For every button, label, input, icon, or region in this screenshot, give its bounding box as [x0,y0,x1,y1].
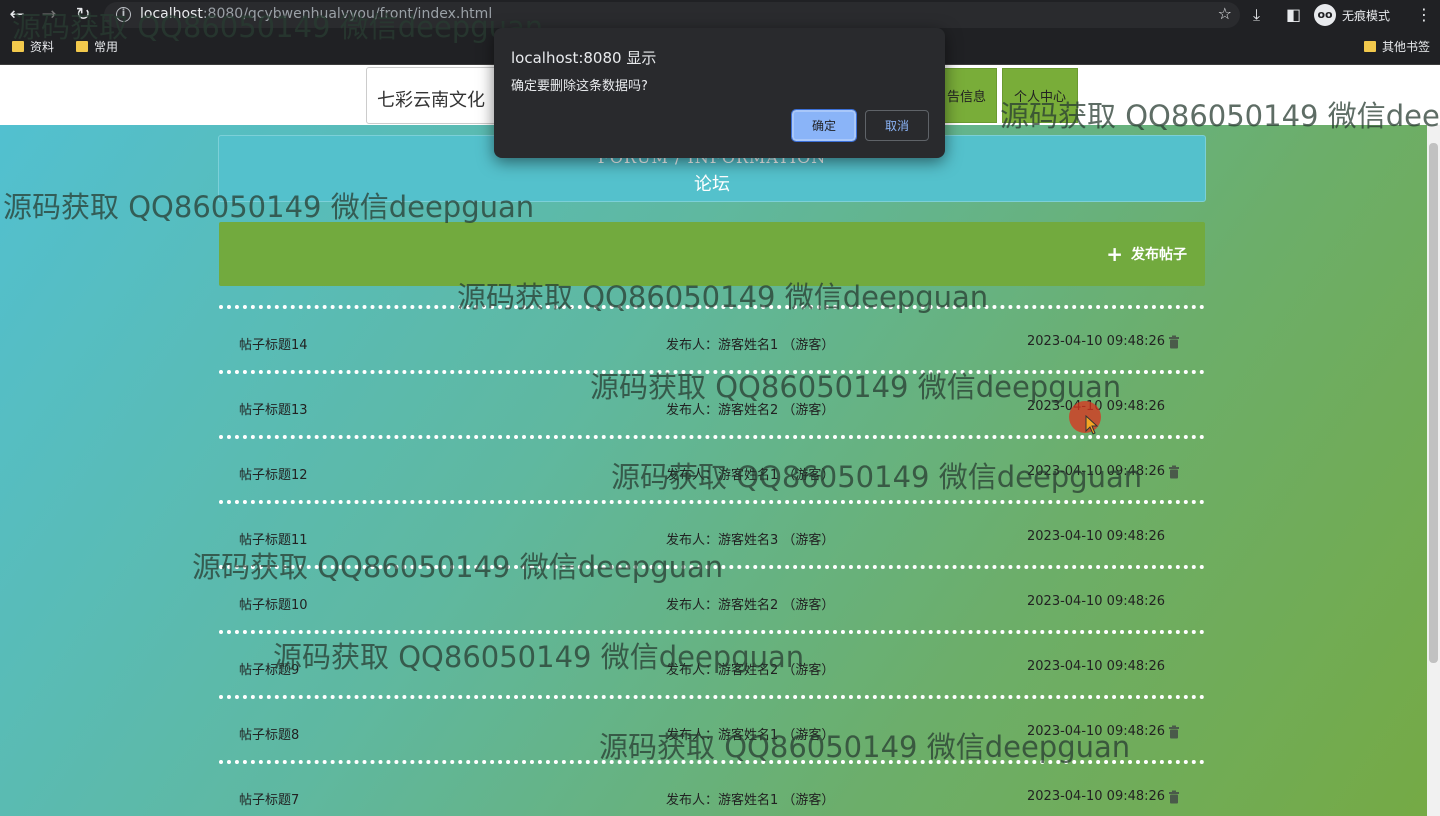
menu-icon[interactable]: ⋮ [1416,4,1432,26]
post-list: 帖子标题14 发布人：游客姓名1 （游客） 2023-04-10 09:48:2… [219,305,1205,816]
back-icon[interactable]: ← [6,4,28,26]
post-time: 2023-04-10 09:48:26 [1027,334,1166,349]
post-title[interactable]: 帖子标题9 [239,659,299,678]
bookmark-star-icon[interactable]: ☆ [1218,4,1232,23]
confirm-cancel-button[interactable]: 取消 [865,110,929,141]
scrollbar-thumb[interactable] [1429,143,1438,663]
post-time: 2023-04-10 09:48:26 [1027,464,1166,479]
trash-icon[interactable] [1167,790,1181,804]
folder-icon [76,41,88,52]
post-author: 发布人：游客姓名2 （游客） [666,663,835,678]
post-title[interactable]: 帖子标题10 [239,594,308,613]
post-time: 2023-04-10 09:48:26 [1027,594,1166,609]
post-author: 发布人：游客姓名1 （游客） [666,468,835,483]
post-title[interactable]: 帖子标题7 [239,789,299,808]
site-title-box: 七彩云南文化 [366,67,506,124]
plus-icon: + [1106,242,1123,266]
sidebar-icon[interactable]: ◧ [1286,4,1301,26]
post-time: 2023-04-10 09:48:26 [1027,529,1166,544]
trash-icon[interactable] [1167,725,1181,739]
publish-bar: + 发布帖子 [219,222,1205,286]
forward-icon[interactable]: → [38,4,60,26]
trash-icon[interactable] [1167,465,1181,479]
post-title[interactable]: 帖子标题13 [239,399,308,418]
post-title[interactable]: 帖子标题14 [239,334,308,353]
post-row[interactable]: 帖子标题9 发布人：游客姓名2 （游客） 2023-04-10 09:48:26 [219,630,1205,695]
post-row[interactable]: 帖子标题14 发布人：游客姓名1 （游客） 2023-04-10 09:48:2… [219,305,1205,370]
post-author: 发布人：游客姓名2 （游客） [666,598,835,613]
publish-post-button[interactable]: + 发布帖子 [1098,240,1195,268]
site-title: 七彩云南文化 [377,90,485,111]
confirm-dialog: localhost:8080 显示 确定要删除这条数据吗? 确定 取消 [494,28,945,158]
trash-icon[interactable] [1167,335,1181,349]
reload-icon[interactable]: ↻ [72,4,94,26]
post-author: 发布人：游客姓名1 （游客） [666,728,835,743]
cursor-arrow-icon [1085,415,1099,435]
post-title[interactable]: 帖子标题8 [239,724,299,743]
post-row[interactable]: 帖子标题10 发布人：游客姓名2 （游客） 2023-04-10 09:48:2… [219,565,1205,630]
forum-title-cn: 论坛 [694,174,730,195]
folder-icon [12,41,24,52]
post-row[interactable]: 帖子标题8 发布人：游客姓名1 （游客） 2023-04-10 09:48:26 [219,695,1205,760]
post-row[interactable]: 帖子标题12 发布人：游客姓名1 （游客） 2023-04-10 09:48:2… [219,435,1205,500]
post-time: 2023-04-10 09:48:26 [1027,789,1166,804]
info-icon[interactable]: i [116,7,131,22]
post-row[interactable]: 帖子标题7 发布人：游客姓名1 （游客） 2023-04-10 09:48:26 [219,760,1205,816]
post-time: 2023-04-10 09:48:26 [1027,659,1166,674]
dialog-title: localhost:8080 显示 [511,49,657,67]
url-text: localhost:8080/qcybwenhualvyou/front/ind… [140,6,493,22]
post-author: 发布人：游客姓名1 （游客） [666,338,835,353]
post-title[interactable]: 帖子标题12 [239,464,308,483]
browser-toolbar: ← → ↻ i localhost:8080/qcybwenhualvyou/f… [0,0,1440,30]
incognito-label: 无痕模式 [1342,8,1391,23]
nav-personal-center[interactable]: 个人中心 [1002,68,1078,123]
post-row[interactable]: 帖子标题11 发布人：游客姓名3 （游客） 2023-04-10 09:48:2… [219,500,1205,565]
post-title[interactable]: 帖子标题11 [239,529,308,548]
incognito-icon: oo [1314,4,1336,26]
address-bar[interactable]: i localhost:8080/qcybwenhualvyou/front/i… [104,2,1240,28]
bookmark-folder-ziliao[interactable]: 资料 [12,38,54,55]
post-author: 发布人：游客姓名1 （游客） [666,793,835,808]
confirm-ok-button[interactable]: 确定 [791,109,857,142]
page-scrollbar[interactable] [1427,125,1440,816]
post-author: 发布人：游客姓名3 （游客） [666,533,835,548]
post-author: 发布人：游客姓名2 （游客） [666,403,835,418]
dialog-message: 确定要删除这条数据吗? [511,79,648,94]
bookmark-folder-changyong[interactable]: 常用 [76,38,118,55]
folder-icon [1364,41,1376,52]
incognito-indicator[interactable]: oo 无痕模式 [1314,3,1390,27]
post-row[interactable]: 帖子标题13 发布人：游客姓名2 （游客） 2023-04-10 09:48:2… [219,370,1205,435]
other-bookmarks[interactable]: 其他书签 [1364,38,1430,55]
download-icon[interactable]: ⤓ [1253,4,1260,26]
post-time: 2023-04-10 09:48:26 [1027,724,1166,739]
